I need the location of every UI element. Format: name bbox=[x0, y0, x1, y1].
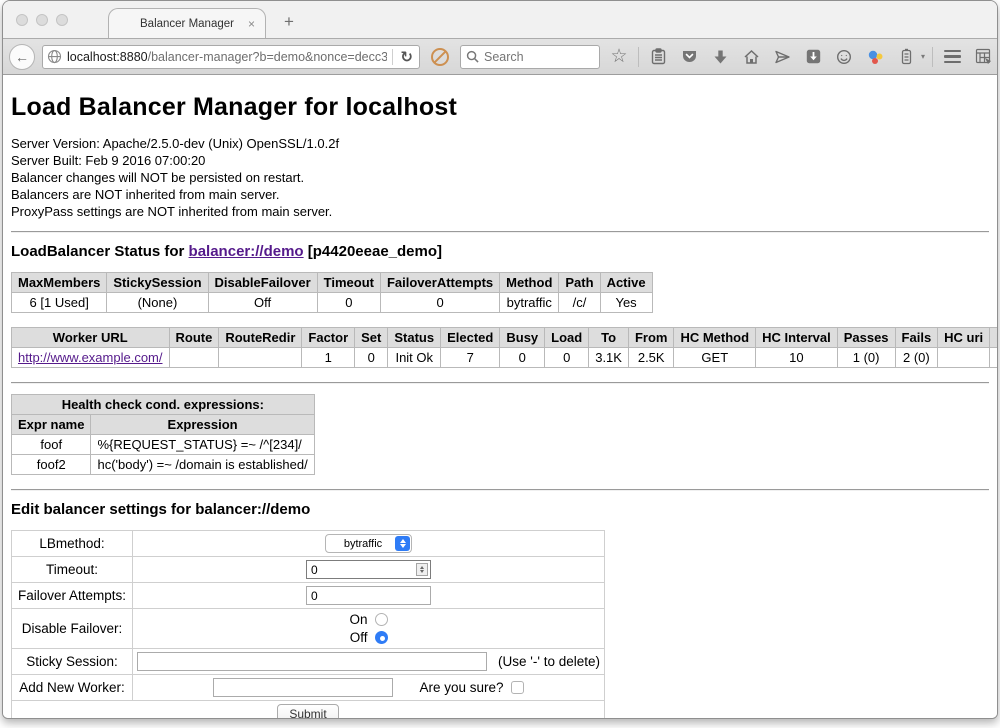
content-blocked-icon[interactable] bbox=[431, 48, 449, 66]
clipboard-icon[interactable] bbox=[646, 45, 670, 69]
tab-bar: Balancer Manager × + bbox=[3, 1, 997, 38]
failover-attempts-input[interactable] bbox=[306, 586, 431, 605]
table-row: 6 [1 Used] (None) Off 0 0 bytraffic /c/ … bbox=[12, 293, 653, 313]
add-new-worker-label: Add New Worker: bbox=[12, 675, 133, 701]
balancer-link[interactable]: balancer://demo bbox=[189, 243, 304, 260]
balancer-status-table: MaxMembers StickySession DisableFailover… bbox=[11, 272, 653, 313]
downloads-icon[interactable] bbox=[708, 45, 732, 69]
failover-attempts-label: Failover Attempts: bbox=[12, 583, 133, 609]
health-check-table: Health check cond. expressions: Expr nam… bbox=[11, 394, 315, 475]
submit-button[interactable]: Submit bbox=[277, 704, 338, 719]
disable-failover-label: Disable Failover: bbox=[12, 609, 133, 649]
lbmethod-selected-value: bytraffic bbox=[332, 538, 394, 550]
back-arrow-icon: ← bbox=[15, 49, 29, 65]
pocket-icon[interactable] bbox=[677, 45, 701, 69]
radio-on-label: On bbox=[349, 612, 367, 627]
colored-dots-icon[interactable] bbox=[863, 45, 887, 69]
reload-icon[interactable]: ↻ bbox=[398, 48, 415, 66]
divider bbox=[11, 231, 989, 233]
table-row: http://www.example.com/ 1 0 Init Ok 7 0 … bbox=[12, 348, 998, 368]
number-stepper-icon[interactable] bbox=[416, 563, 428, 576]
feedback-smiley-icon[interactable] bbox=[832, 45, 856, 69]
inherit-note-line: Balancers are NOT inherited from main se… bbox=[11, 186, 989, 203]
url-domain: localhost:8880 bbox=[67, 50, 148, 64]
window-controls bbox=[16, 14, 68, 26]
page-tools-icon[interactable] bbox=[971, 45, 995, 69]
tab-close-icon[interactable]: × bbox=[248, 17, 255, 31]
server-version-line: Server Version: Apache/2.5.0-dev (Unix) … bbox=[11, 135, 989, 152]
home-icon[interactable] bbox=[739, 45, 763, 69]
radio-off-label: Off bbox=[350, 630, 368, 645]
dropdown-caret-icon[interactable]: ▾ bbox=[921, 52, 925, 61]
send-plane-icon[interactable] bbox=[770, 45, 794, 69]
page-title: Load Balancer Manager for localhost bbox=[11, 93, 989, 122]
lbmethod-label: LBmethod: bbox=[12, 531, 133, 557]
battery-icon[interactable] bbox=[894, 45, 918, 69]
are-you-sure-label: Are you sure? bbox=[419, 680, 503, 695]
download-box-icon[interactable] bbox=[801, 45, 825, 69]
search-icon bbox=[466, 50, 479, 63]
search-input[interactable] bbox=[484, 50, 584, 64]
tab-title: Balancer Manager bbox=[140, 18, 234, 30]
url-text[interactable]: localhost:8880/balancer-manager?b=demo&n… bbox=[67, 50, 387, 64]
worker-url-link[interactable]: http://www.example.com/ bbox=[18, 350, 163, 365]
table-row: foof2 hc('body') =~ /domain is establish… bbox=[12, 455, 315, 475]
url-path: /balancer-manager?b=demo&nonce=decc37be-… bbox=[148, 50, 388, 64]
window-zoom-button[interactable] bbox=[56, 14, 68, 26]
back-button[interactable]: ← bbox=[9, 44, 35, 70]
page-content: Load Balancer Manager for localhost Serv… bbox=[3, 75, 997, 719]
table-row: foof %{REQUEST_STATUS} =~ /^[234]/ bbox=[12, 435, 315, 455]
sticky-session-input[interactable] bbox=[137, 652, 487, 671]
bookmark-star-icon[interactable]: ☆ bbox=[607, 45, 631, 69]
are-you-sure-checkbox[interactable] bbox=[511, 681, 524, 694]
select-arrows-icon bbox=[395, 536, 410, 551]
menu-icon[interactable] bbox=[940, 45, 964, 69]
sticky-session-label: Sticky Session: bbox=[12, 649, 133, 675]
health-table-title: Health check cond. expressions: bbox=[12, 395, 315, 415]
divider bbox=[11, 489, 989, 491]
edit-settings-form: LBmethod: bytraffic Timeout: bbox=[11, 530, 605, 719]
window-minimize-button[interactable] bbox=[36, 14, 48, 26]
server-built-line: Server Built: Feb 9 2016 07:00:20 bbox=[11, 152, 989, 169]
browser-tab[interactable]: Balancer Manager × bbox=[108, 8, 266, 38]
server-info: Server Version: Apache/2.5.0-dev (Unix) … bbox=[11, 135, 989, 220]
window-close-button[interactable] bbox=[16, 14, 28, 26]
status-heading: LoadBalancer Status for balancer://demo … bbox=[11, 243, 989, 260]
navigation-toolbar: ← localhost:8880/balancer-manager?b=demo… bbox=[3, 38, 997, 75]
url-bar[interactable]: localhost:8880/balancer-manager?b=demo&n… bbox=[42, 45, 420, 69]
timeout-input[interactable] bbox=[306, 560, 431, 579]
timeout-label: Timeout: bbox=[12, 557, 133, 583]
worker-status-table: Worker URL Route RouteRedir Factor Set S… bbox=[11, 327, 997, 368]
disable-failover-off-radio[interactable] bbox=[375, 631, 388, 644]
lbmethod-select[interactable]: bytraffic bbox=[325, 534, 412, 553]
edit-settings-heading: Edit balancer settings for balancer://de… bbox=[11, 501, 989, 518]
new-tab-button[interactable]: + bbox=[284, 12, 294, 32]
browser-window: Balancer Manager × + ← localhost:8880/ba… bbox=[2, 0, 998, 719]
divider bbox=[11, 382, 989, 384]
sticky-session-hint: (Use '-' to delete) bbox=[498, 654, 600, 669]
search-bar[interactable] bbox=[460, 45, 600, 69]
globe-icon bbox=[47, 49, 62, 64]
disable-failover-on-radio[interactable] bbox=[375, 613, 388, 626]
add-new-worker-input[interactable] bbox=[213, 678, 393, 697]
persist-note-line: Balancer changes will NOT be persisted o… bbox=[11, 169, 989, 186]
proxypass-note-line: ProxyPass settings are NOT inherited fro… bbox=[11, 203, 989, 220]
